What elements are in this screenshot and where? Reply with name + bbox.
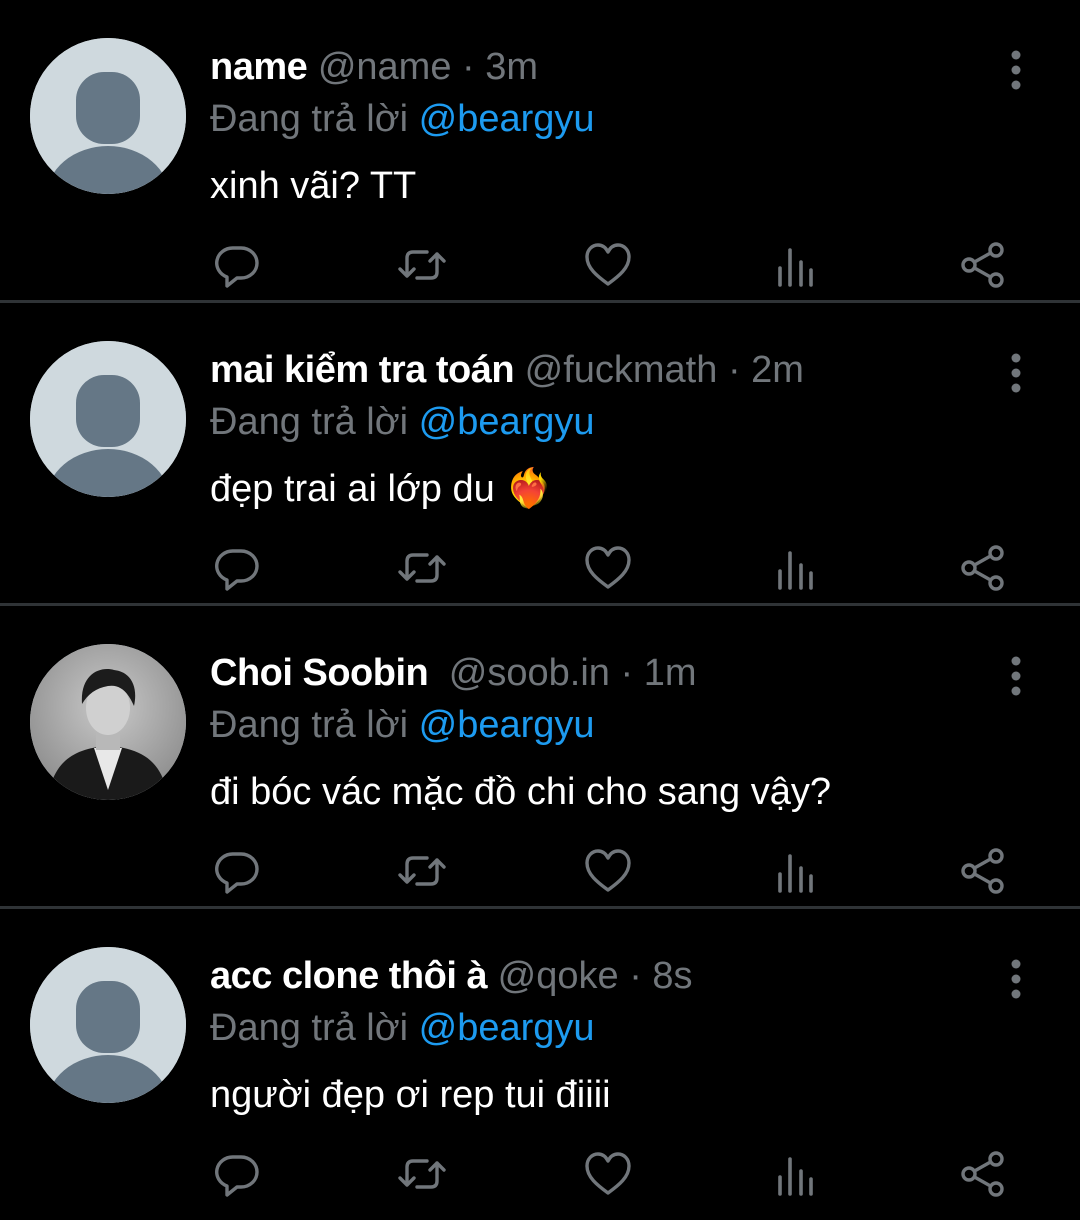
views-icon[interactable] — [771, 240, 821, 290]
timestamp[interactable]: 1m — [644, 652, 697, 694]
replying-to-label: Đang trả lời — [210, 1007, 409, 1049]
profile-photo — [30, 644, 186, 800]
reply-icon[interactable] — [212, 543, 262, 593]
avatar[interactable] — [30, 38, 186, 194]
replying-to-label: Đang trả lời — [210, 401, 409, 443]
reply-icon[interactable] — [212, 1149, 262, 1199]
timestamp[interactable]: 3m — [485, 46, 538, 88]
reply-mention-link[interactable]: @beargyu — [419, 401, 595, 443]
reply-mention-link[interactable]: @beargyu — [419, 1007, 595, 1049]
display-name[interactable]: acc clone thôi à — [210, 955, 488, 997]
replying-to: Đang trả lời @beargyu — [210, 96, 595, 142]
views-icon[interactable] — [771, 1149, 821, 1199]
retweet-icon[interactable] — [397, 543, 447, 593]
separator-dot: · — [620, 652, 634, 694]
user-handle[interactable]: @qoke — [498, 955, 619, 997]
like-icon[interactable] — [583, 240, 633, 290]
tweet-header: acc clone thôi à @qoke · 8s — [210, 953, 693, 999]
action-bar — [0, 1149, 1080, 1209]
share-icon[interactable] — [958, 543, 1008, 593]
display-name[interactable]: mai kiểm tra toán — [210, 349, 515, 391]
views-icon[interactable] — [771, 846, 821, 896]
share-icon[interactable] — [958, 846, 1008, 896]
timestamp[interactable]: 2m — [751, 349, 804, 391]
replies-feed: name @name · 3m Đang trả lời @beargyu xi… — [0, 0, 1080, 1220]
avatar[interactable] — [30, 341, 186, 497]
tweet[interactable]: Choi Soobin @soob.in · 1m Đang trả lời @… — [0, 606, 1080, 909]
tweet[interactable]: mai kiểm tra toán @fuckmath · 2m Đang tr… — [0, 303, 1080, 606]
action-bar — [0, 240, 1080, 300]
tweet[interactable]: acc clone thôi à @qoke · 8s Đang trả lời… — [0, 909, 1080, 1220]
separator-dot: · — [462, 46, 475, 88]
user-handle[interactable]: @name — [318, 46, 452, 88]
more-options-icon[interactable] — [1002, 959, 1030, 999]
replying-to: Đang trả lời @beargyu — [210, 399, 595, 445]
views-icon[interactable] — [771, 543, 821, 593]
action-bar — [0, 846, 1080, 906]
share-icon[interactable] — [958, 1149, 1008, 1199]
tweet-text: xinh vãi? TT — [210, 165, 417, 207]
retweet-icon[interactable] — [397, 846, 447, 896]
like-icon[interactable] — [583, 1149, 633, 1199]
retweet-icon[interactable] — [397, 240, 447, 290]
tweet-header: mai kiểm tra toán @fuckmath · 2m — [210, 347, 804, 393]
reply-icon[interactable] — [212, 240, 262, 290]
more-options-icon[interactable] — [1002, 353, 1030, 393]
more-options-icon[interactable] — [1002, 50, 1030, 90]
tweet-header: Choi Soobin @soob.in · 1m — [210, 650, 697, 696]
share-icon[interactable] — [958, 240, 1008, 290]
tweet-text: người đẹp ơi rep tui điiii — [210, 1074, 611, 1116]
tweet-text: đi bóc vác mặc đồ chi cho sang vậy? — [210, 771, 832, 813]
tweet-header: name @name · 3m — [210, 44, 538, 90]
replying-to: Đang trả lời @beargyu — [210, 702, 595, 748]
replying-to-label: Đang trả lời — [210, 704, 409, 746]
reply-mention-link[interactable]: @beargyu — [419, 98, 595, 140]
replying-to-label: Đang trả lời — [210, 98, 409, 140]
reply-mention-link[interactable]: @beargyu — [419, 704, 595, 746]
default-avatar-icon — [30, 38, 186, 194]
default-avatar-icon — [30, 947, 186, 1103]
like-icon[interactable] — [583, 543, 633, 593]
display-name[interactable]: name — [210, 46, 308, 88]
like-icon[interactable] — [583, 846, 633, 896]
separator-dot: · — [629, 955, 642, 997]
user-handle[interactable]: @fuckmath — [525, 349, 718, 391]
more-options-icon[interactable] — [1002, 656, 1030, 696]
default-avatar-icon — [30, 341, 186, 497]
reply-icon[interactable] — [212, 846, 262, 896]
display-name[interactable]: Choi Soobin — [210, 652, 429, 694]
avatar[interactable] — [30, 947, 186, 1103]
avatar[interactable] — [30, 644, 186, 800]
tweet-text: đẹp trai ai lớp du ❤️‍🔥 — [210, 468, 553, 510]
tweet[interactable]: name @name · 3m Đang trả lời @beargyu xi… — [0, 0, 1080, 303]
user-handle[interactable]: @soob.in — [449, 652, 610, 694]
separator-dot: · — [727, 349, 741, 391]
retweet-icon[interactable] — [397, 1149, 447, 1199]
timestamp[interactable]: 8s — [652, 955, 692, 997]
replying-to: Đang trả lời @beargyu — [210, 1005, 595, 1051]
action-bar — [0, 543, 1080, 603]
